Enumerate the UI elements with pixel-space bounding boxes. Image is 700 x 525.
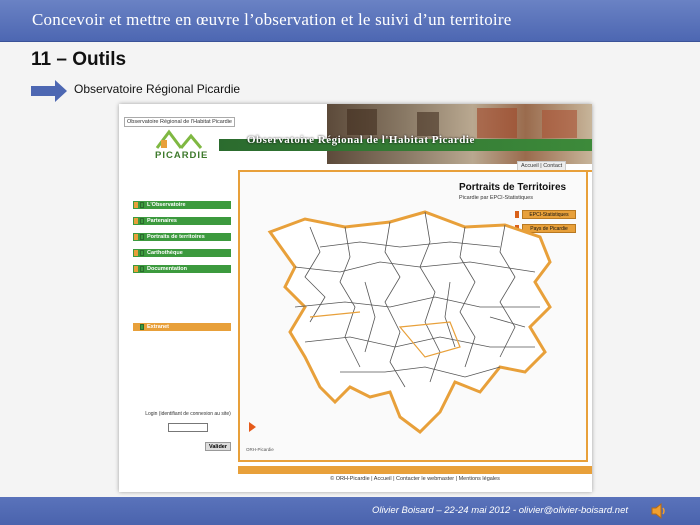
site-footer-bar bbox=[238, 466, 592, 474]
slide-footer-bar: Olivier Boisard – 22-24 mai 2012 - olivi… bbox=[0, 497, 700, 525]
site-footer-links[interactable]: © ORH-Picardie | Accueil | Contacter le … bbox=[238, 476, 592, 482]
site-title: Observatoire Régional de l'Habitat Picar… bbox=[247, 134, 475, 146]
menu-item-portraits[interactable]: Portraits de territoires bbox=[133, 233, 231, 241]
menu-item-documentation[interactable]: Documentation bbox=[133, 265, 231, 273]
menu-item-extranet[interactable]: Extranet bbox=[133, 323, 231, 331]
speaker-icon[interactable] bbox=[650, 502, 666, 520]
site-banner: Observatoire Régional de l'Habitat Picar… bbox=[119, 104, 592, 171]
menu-item-partenaires[interactable]: Partenaires bbox=[133, 217, 231, 225]
portraits-panel: Portraits de Territoires Picardie par EP… bbox=[238, 172, 588, 462]
left-sidebar: L'Observatoire Partenaires Portraits de … bbox=[119, 166, 236, 492]
section-title: 11 – Outils bbox=[31, 49, 127, 70]
slide-header-bar: Concevoir et mettre en œuvre l’observati… bbox=[0, 0, 700, 42]
menu-item-observatoire[interactable]: L'Observatoire bbox=[133, 201, 231, 209]
login-input[interactable] bbox=[168, 423, 208, 432]
slide-subtitle: Observatoire Régional Picardie bbox=[74, 82, 241, 96]
menu-item-cartotheque[interactable]: Carthothèque bbox=[133, 249, 231, 257]
portraits-subtitle: Picardie par EPCI-Statistiques bbox=[459, 195, 533, 201]
website-screenshot: Observatoire Régional de l'Habitat Picar… bbox=[119, 104, 592, 492]
slide-header-title: Concevoir et mettre en œuvre l’observati… bbox=[32, 10, 512, 29]
validate-button[interactable]: Valider bbox=[205, 442, 231, 451]
slide-footer-text: Olivier Boisard – 22-24 mai 2012 - olivi… bbox=[371, 505, 628, 516]
portraits-title: Portraits de Territoires bbox=[459, 182, 567, 193]
play-arrow-icon[interactable] bbox=[249, 422, 256, 432]
blue-arrow-icon bbox=[31, 80, 67, 102]
map-caption: ORH-Picardie bbox=[246, 447, 274, 452]
login-label: Login (identifiant de connexion au site) bbox=[145, 411, 231, 417]
logo-text: PICARDIE bbox=[155, 150, 209, 161]
picardie-epci-map[interactable] bbox=[250, 207, 570, 442]
